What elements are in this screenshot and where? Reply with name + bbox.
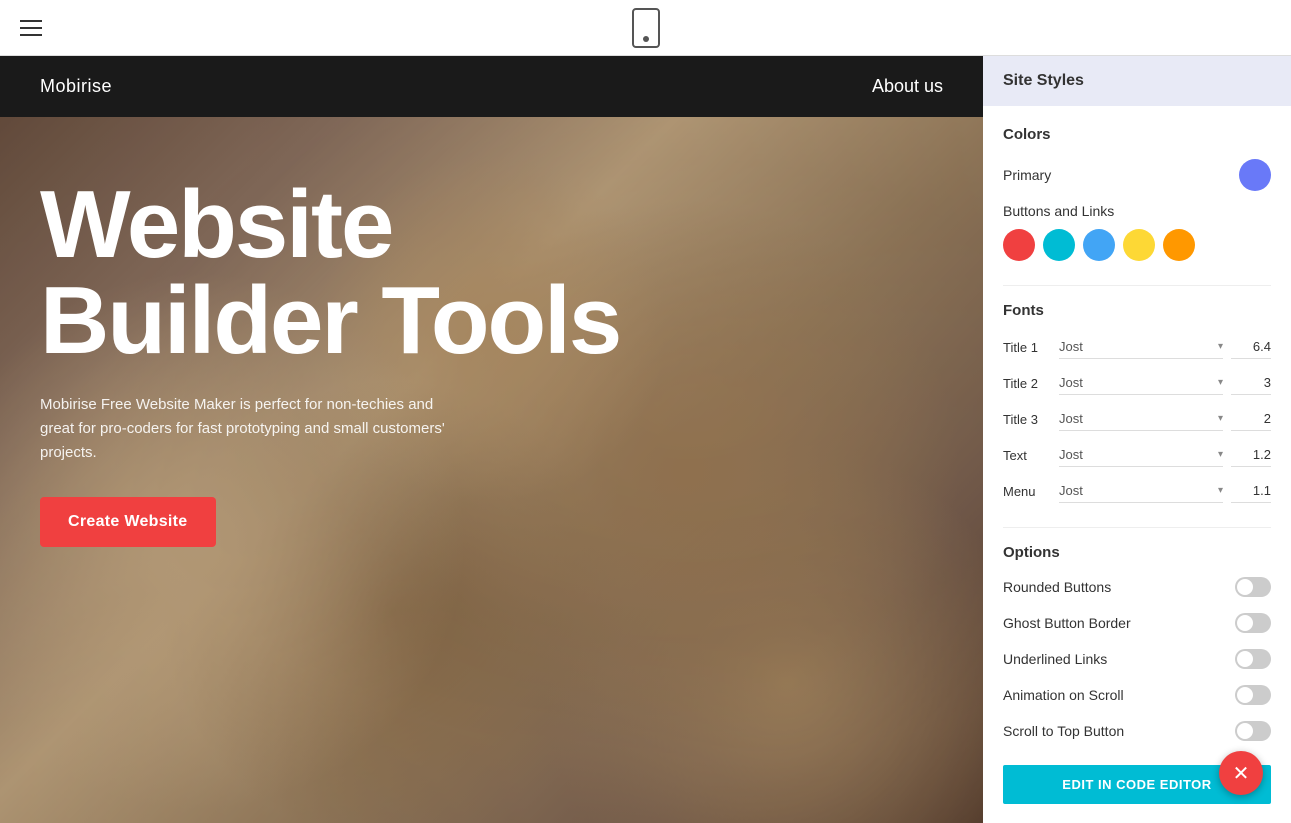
underlined-links-label: Underlined Links (1003, 651, 1107, 667)
create-website-button[interactable]: Create Website (40, 497, 216, 547)
font-label-title3: Title 3 (1003, 412, 1051, 427)
option-rounded-buttons: Rounded Buttons (1003, 577, 1271, 597)
font-label-menu: Menu (1003, 484, 1051, 499)
colors-section-title: Colors (1003, 126, 1271, 143)
font-select-title2[interactable]: Jost ▾ (1059, 371, 1223, 395)
options-section-title: Options (1003, 544, 1271, 561)
font-name-text: Jost (1059, 447, 1083, 462)
font-row-title3: Title 3 Jost ▾ (1003, 407, 1271, 431)
preview-hero: Website Builder Tools Mobirise Free Webs… (0, 117, 983, 823)
font-name-title1: Jost (1059, 339, 1083, 354)
hero-title-line2: Builder Tools (40, 273, 943, 369)
hero-title-line1: Website (40, 177, 943, 273)
scroll-to-top-label: Scroll to Top Button (1003, 723, 1124, 739)
font-row-title1: Title 1 Jost ▾ (1003, 335, 1271, 359)
options-section: Options Rounded Buttons Ghost Button Bor… (1003, 544, 1271, 741)
preview-area: Mobirise About us Website Builder Tools … (0, 56, 983, 823)
font-size-title2[interactable] (1231, 371, 1271, 395)
menu-icon[interactable] (20, 20, 42, 36)
divider-2 (1003, 527, 1271, 528)
font-dropdown-arrow-title2: ▾ (1218, 377, 1223, 388)
font-select-title3[interactable]: Jost ▾ (1059, 407, 1223, 431)
swatch-orange[interactable] (1163, 229, 1195, 261)
primary-color-row: Primary (1003, 159, 1271, 191)
preview-nav: Mobirise About us (0, 56, 983, 117)
colors-section: Colors Primary Buttons and Links (1003, 126, 1271, 261)
color-swatches (1003, 229, 1271, 261)
font-dropdown-arrow-title3: ▾ (1218, 413, 1223, 424)
mobile-preview-icon[interactable] (632, 8, 660, 48)
animation-on-scroll-label: Animation on Scroll (1003, 687, 1124, 703)
ghost-button-border-toggle[interactable] (1235, 613, 1271, 633)
font-row-text: Text Jost ▾ (1003, 443, 1271, 467)
option-animation-on-scroll: Animation on Scroll (1003, 685, 1271, 705)
option-scroll-to-top: Scroll to Top Button (1003, 721, 1271, 741)
option-ghost-button-border: Ghost Button Border (1003, 613, 1271, 633)
website-preview: Mobirise About us Website Builder Tools … (0, 56, 983, 823)
main-area: Mobirise About us Website Builder Tools … (0, 56, 1291, 823)
font-label-title1: Title 1 (1003, 340, 1051, 355)
underlined-links-toggle[interactable] (1235, 649, 1271, 669)
primary-color-swatch[interactable] (1239, 159, 1271, 191)
font-label-text: Text (1003, 448, 1051, 463)
font-size-title3[interactable] (1231, 407, 1271, 431)
font-name-menu: Jost (1059, 483, 1083, 498)
topbar (0, 0, 1291, 56)
panel-body: Colors Primary Buttons and Links Fonts (983, 106, 1291, 823)
font-row-menu: Menu Jost ▾ (1003, 479, 1271, 503)
swatch-red[interactable] (1003, 229, 1035, 261)
font-row-title2: Title 2 Jost ▾ (1003, 371, 1271, 395)
site-styles-panel: Site Styles Colors Primary Buttons and L… (983, 56, 1291, 823)
animation-on-scroll-toggle[interactable] (1235, 685, 1271, 705)
swatch-cyan[interactable] (1043, 229, 1075, 261)
swatch-yellow[interactable] (1123, 229, 1155, 261)
ghost-button-border-label: Ghost Button Border (1003, 615, 1131, 631)
font-size-menu[interactable] (1231, 479, 1271, 503)
scroll-to-top-toggle[interactable] (1235, 721, 1271, 741)
hero-content: Website Builder Tools Mobirise Free Webs… (0, 117, 983, 587)
nav-about-link[interactable]: About us (872, 76, 943, 97)
font-dropdown-arrow-text: ▾ (1218, 449, 1223, 460)
font-select-text[interactable]: Jost ▾ (1059, 443, 1223, 467)
font-size-title1[interactable] (1231, 335, 1271, 359)
font-select-menu[interactable]: Jost ▾ (1059, 479, 1223, 503)
fonts-section: Fonts Title 1 Jost ▾ Title 2 Jost ▾ (1003, 302, 1271, 503)
rounded-buttons-toggle[interactable] (1235, 577, 1271, 597)
font-dropdown-arrow-title1: ▾ (1218, 341, 1223, 352)
font-name-title3: Jost (1059, 411, 1083, 426)
font-size-text[interactable] (1231, 443, 1271, 467)
site-logo: Mobirise (40, 76, 112, 97)
font-label-title2: Title 2 (1003, 376, 1051, 391)
swatch-blue[interactable] (1083, 229, 1115, 261)
divider-1 (1003, 285, 1271, 286)
hero-title: Website Builder Tools (40, 177, 943, 369)
hero-subtitle: Mobirise Free Website Maker is perfect f… (40, 393, 460, 465)
font-select-title1[interactable]: Jost ▾ (1059, 335, 1223, 359)
option-underlined-links: Underlined Links (1003, 649, 1271, 669)
fonts-section-title: Fonts (1003, 302, 1271, 319)
buttons-links-label: Buttons and Links (1003, 203, 1271, 219)
close-fab-button[interactable]: ✕ (1219, 751, 1263, 795)
font-dropdown-arrow-menu: ▾ (1218, 485, 1223, 496)
panel-header: Site Styles (983, 56, 1291, 106)
font-name-title2: Jost (1059, 375, 1083, 390)
rounded-buttons-label: Rounded Buttons (1003, 579, 1111, 595)
primary-label: Primary (1003, 167, 1051, 183)
